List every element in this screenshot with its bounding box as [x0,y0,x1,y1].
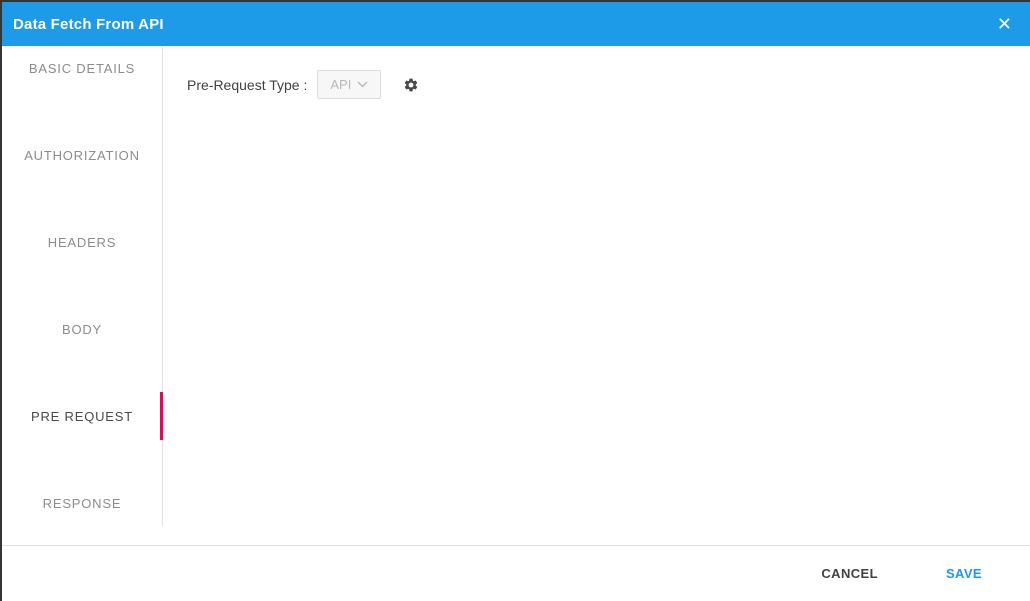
sidebar-item-label: PRE REQUEST [31,409,133,424]
pre-request-panel: Pre-Request Type : API [163,46,1030,545]
close-icon: ✕ [997,14,1012,34]
data-fetch-modal: Data Fetch From API ✕ BASIC DETAILS AUTH… [0,0,1030,601]
modal-footer: CANCEL SAVE [2,545,1030,601]
chevron-down-icon [357,81,368,88]
cancel-button[interactable]: CANCEL [805,558,894,589]
sidebar-item-authorization[interactable]: AUTHORIZATION [2,133,162,177]
sidebar-item-body[interactable]: BODY [2,307,162,351]
pre-request-type-label: Pre-Request Type : [187,77,307,93]
close-button[interactable]: ✕ [993,13,1016,35]
sidebar-item-pre-request[interactable]: PRE REQUEST [2,394,162,438]
save-button[interactable]: SAVE [930,558,998,589]
settings-button[interactable] [403,77,419,93]
gear-icon [403,77,419,93]
sidebar-divider [162,46,163,526]
sidebar-item-response[interactable]: RESPONSE [2,481,162,525]
modal-body: BASIC DETAILS AUTHORIZATION HEADERS BODY… [2,46,1030,545]
modal-title: Data Fetch From API [13,16,164,33]
pre-request-type-row: Pre-Request Type : API [187,70,1030,99]
active-tab-indicator [160,392,163,440]
dropdown-selected-value: API [330,77,351,92]
sidebar-tabs: BASIC DETAILS AUTHORIZATION HEADERS BODY… [2,46,163,545]
pre-request-type-dropdown[interactable]: API [317,70,381,99]
sidebar-item-headers[interactable]: HEADERS [2,220,162,264]
modal-header: Data Fetch From API ✕ [2,2,1030,46]
sidebar-item-basic-details[interactable]: BASIC DETAILS [2,46,162,90]
